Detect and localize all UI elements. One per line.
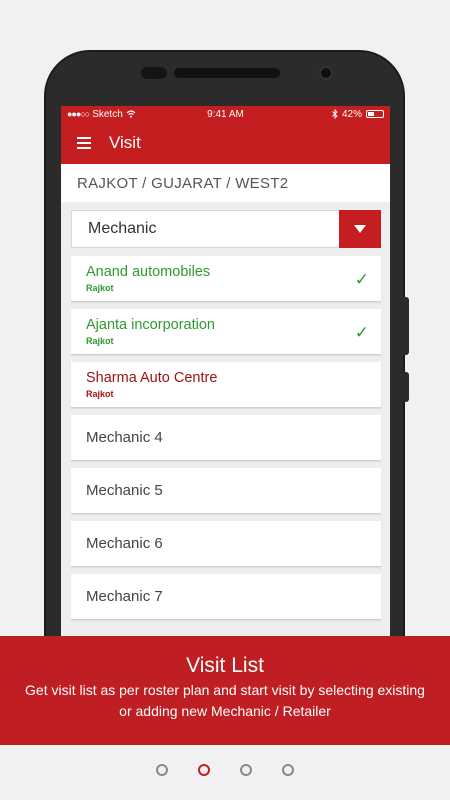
dropdown-arrow-button[interactable] xyxy=(339,210,381,248)
page-dot-2[interactable] xyxy=(198,764,210,776)
list-item[interactable]: Mechanic 4 xyxy=(71,415,381,461)
carrier-label: Sketch xyxy=(92,108,123,120)
phone-sensor xyxy=(141,67,167,79)
status-bar: ●●●○○ Sketch 9:41 AM 42% xyxy=(61,106,390,122)
banner-title: Visit List xyxy=(186,654,264,677)
bluetooth-icon xyxy=(332,109,338,119)
page-dot-3[interactable] xyxy=(240,764,252,776)
hamburger-icon[interactable] xyxy=(77,137,91,149)
triangle-down-icon xyxy=(354,225,366,233)
list-item-name: Mechanic 4 xyxy=(86,429,163,446)
page-dot-4[interactable] xyxy=(282,764,294,776)
list-item-city: Rajkot xyxy=(86,336,114,346)
list-item-name: Anand automobiles xyxy=(86,264,211,280)
list-item-city: Rajkot xyxy=(86,389,114,399)
page-title: Visit xyxy=(109,133,141,152)
battery-percent: 42% xyxy=(341,108,362,120)
list-item-name: Mechanic 5 xyxy=(86,482,163,499)
phone-volume-button xyxy=(403,297,409,355)
list-item-name: Sharma Auto Centre xyxy=(86,370,218,386)
page-dot-1[interactable] xyxy=(156,764,168,776)
phone-camera xyxy=(319,66,333,80)
list-item[interactable]: Anand automobiles Rajkot ✓ xyxy=(71,256,381,302)
list-item[interactable]: Mechanic 7 xyxy=(71,574,381,620)
checkmark-icon: ✓ xyxy=(354,323,369,342)
phone-earpiece xyxy=(174,68,280,78)
list-item-name: Mechanic 6 xyxy=(86,535,163,552)
status-right: 42% xyxy=(332,109,384,120)
list-item-city: Rajkot xyxy=(86,283,114,293)
list-item-name: Ajanta incorporation xyxy=(86,317,215,333)
battery-icon xyxy=(366,110,384,118)
app-screen: ●●●○○ Sketch 9:41 AM 42% Visit RAJKOT / … xyxy=(61,106,390,666)
feature-banner: Visit List Get visit list as per roster … xyxy=(0,636,450,745)
banner-description: Get visit list as per roster plan and st… xyxy=(25,682,425,719)
list-item[interactable]: Mechanic 6 xyxy=(71,521,381,567)
app-bar: Visit xyxy=(61,122,390,164)
breadcrumb: RAJKOT / GUJARAT / WEST2 xyxy=(61,164,390,202)
wifi-icon xyxy=(126,110,136,118)
list-item[interactable]: Mechanic 5 xyxy=(71,468,381,514)
phone-power-button xyxy=(403,372,409,402)
type-filter-dropdown[interactable]: Mechanic xyxy=(71,210,381,248)
list-item[interactable]: Ajanta incorporation Rajkot ✓ xyxy=(71,309,381,355)
status-left: ●●●○○ Sketch xyxy=(67,109,136,120)
signal-icon: ●●●○○ xyxy=(67,109,90,119)
dropdown-value: Mechanic xyxy=(88,220,157,237)
checkmark-icon: ✓ xyxy=(354,270,369,289)
list-item[interactable]: Sharma Auto Centre Rajkot xyxy=(71,362,381,408)
page-indicator xyxy=(0,760,450,780)
list-item-name: Mechanic 7 xyxy=(86,588,163,605)
visit-list: Anand automobiles Rajkot ✓ Ajanta incorp… xyxy=(71,256,381,627)
